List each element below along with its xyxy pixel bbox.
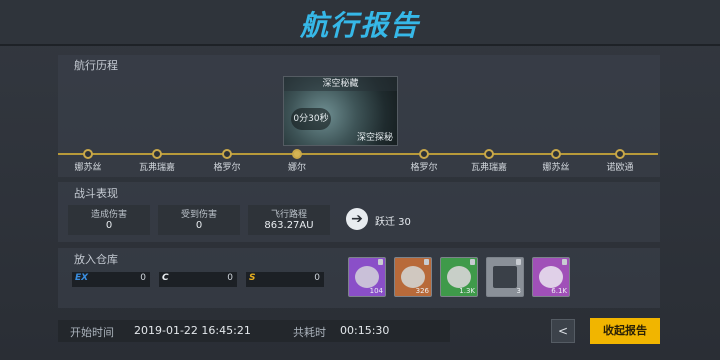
lock-icon xyxy=(424,259,429,265)
lock-icon xyxy=(378,259,383,265)
storage-section-title: 放入仓库 xyxy=(74,253,118,266)
storage-item[interactable]: 326 xyxy=(394,257,432,297)
stat-value: 863.27AU xyxy=(264,220,314,231)
s-currency-icon: S xyxy=(249,273,256,283)
currency-value: 0 xyxy=(227,273,233,283)
route-node-label: 格罗尔 xyxy=(213,163,241,173)
arrow-right-icon: ➔ xyxy=(346,208,368,230)
item-count: 6.1K xyxy=(551,287,567,295)
route-line xyxy=(58,153,658,155)
lock-icon xyxy=(516,259,521,265)
ore-icon xyxy=(401,266,425,288)
event-timer: 0分30秒 xyxy=(291,108,331,130)
lock-icon xyxy=(562,259,567,265)
route-node xyxy=(551,149,561,159)
duration-value: 00:15:30 xyxy=(340,324,390,337)
collect-report-button[interactable]: 收起报告 xyxy=(590,318,660,344)
route-node-label: 娜苏丝 xyxy=(74,163,102,173)
battle-section-title: 战斗表现 xyxy=(74,187,118,200)
currency-c: C 0 xyxy=(159,272,237,287)
route-node-label: 娜苏丝 xyxy=(542,163,570,173)
ex-currency-icon: EX xyxy=(75,273,89,283)
voyage-section-title: 航行历程 xyxy=(74,59,118,72)
stat-value: 0 xyxy=(105,220,113,231)
ore-icon xyxy=(355,266,379,288)
stat-flight-distance: 飞行路程 863.27AU xyxy=(248,205,330,235)
event-name: 深空秘藏 xyxy=(284,77,397,91)
page-title: 航行报告 xyxy=(299,9,420,42)
route-node xyxy=(83,149,93,159)
storage-item[interactable]: 3 xyxy=(486,257,524,297)
ore-icon xyxy=(539,266,563,288)
share-icon: < xyxy=(557,324,569,338)
credit-currency-icon: C xyxy=(162,273,169,283)
storage-item[interactable]: 6.1K xyxy=(532,257,570,297)
currency-value: 0 xyxy=(140,273,146,283)
item-count: 1.3K xyxy=(459,287,475,295)
share-button[interactable]: < xyxy=(551,319,575,343)
route-node xyxy=(222,149,232,159)
voyage-report-screen: 航行报告 航行历程 深空秘藏 0分30秒 深空探秘 娜苏丝 瓦弗瑞嘉 格罗尔 娜… xyxy=(0,0,720,360)
container-icon xyxy=(493,266,517,288)
currency-ex: EX 0 xyxy=(72,272,150,287)
route-node-label: 诺欧通 xyxy=(606,163,634,173)
item-count: 326 xyxy=(415,287,429,295)
stat-label: 飞行路程 xyxy=(270,210,307,220)
jump-count: 跃迁 30 xyxy=(375,217,411,228)
route-node-label: 格罗尔 xyxy=(410,163,438,173)
route-node-label: 娜尔 xyxy=(287,163,306,173)
header-divider xyxy=(0,44,720,46)
route-node xyxy=(419,149,429,159)
ore-icon xyxy=(447,266,471,288)
lock-icon xyxy=(470,259,475,265)
stat-label: 造成伤害 xyxy=(90,210,127,220)
storage-item[interactable]: 1.3K xyxy=(440,257,478,297)
stat-label: 受到伤害 xyxy=(180,210,217,220)
start-time-value: 2019-01-22 16:45:21 xyxy=(134,324,251,337)
storage-item[interactable]: 104 xyxy=(348,257,386,297)
route-node xyxy=(152,149,162,159)
stat-value: 0 xyxy=(195,220,203,231)
route-node-label: 瓦弗瑞嘉 xyxy=(470,163,507,173)
route-node-label: 瓦弗瑞嘉 xyxy=(138,163,175,173)
stat-damage-dealt: 造成伤害 0 xyxy=(68,205,150,235)
voyage-event-card[interactable]: 深空秘藏 0分30秒 深空探秘 xyxy=(283,76,398,146)
time-info-bar xyxy=(58,320,450,342)
route-node xyxy=(615,149,625,159)
currency-value: 0 xyxy=(314,273,320,283)
stat-damage-taken: 受到伤害 0 xyxy=(158,205,240,235)
route-node-current xyxy=(292,149,302,159)
route-node xyxy=(484,149,494,159)
duration-label: 共耗时 xyxy=(293,326,326,339)
start-time-label: 开始时间 xyxy=(70,326,114,339)
item-count: 3 xyxy=(516,287,521,295)
event-tag: 深空探秘 xyxy=(356,133,393,143)
currency-s: S 0 xyxy=(246,272,324,287)
item-count: 104 xyxy=(369,287,383,295)
